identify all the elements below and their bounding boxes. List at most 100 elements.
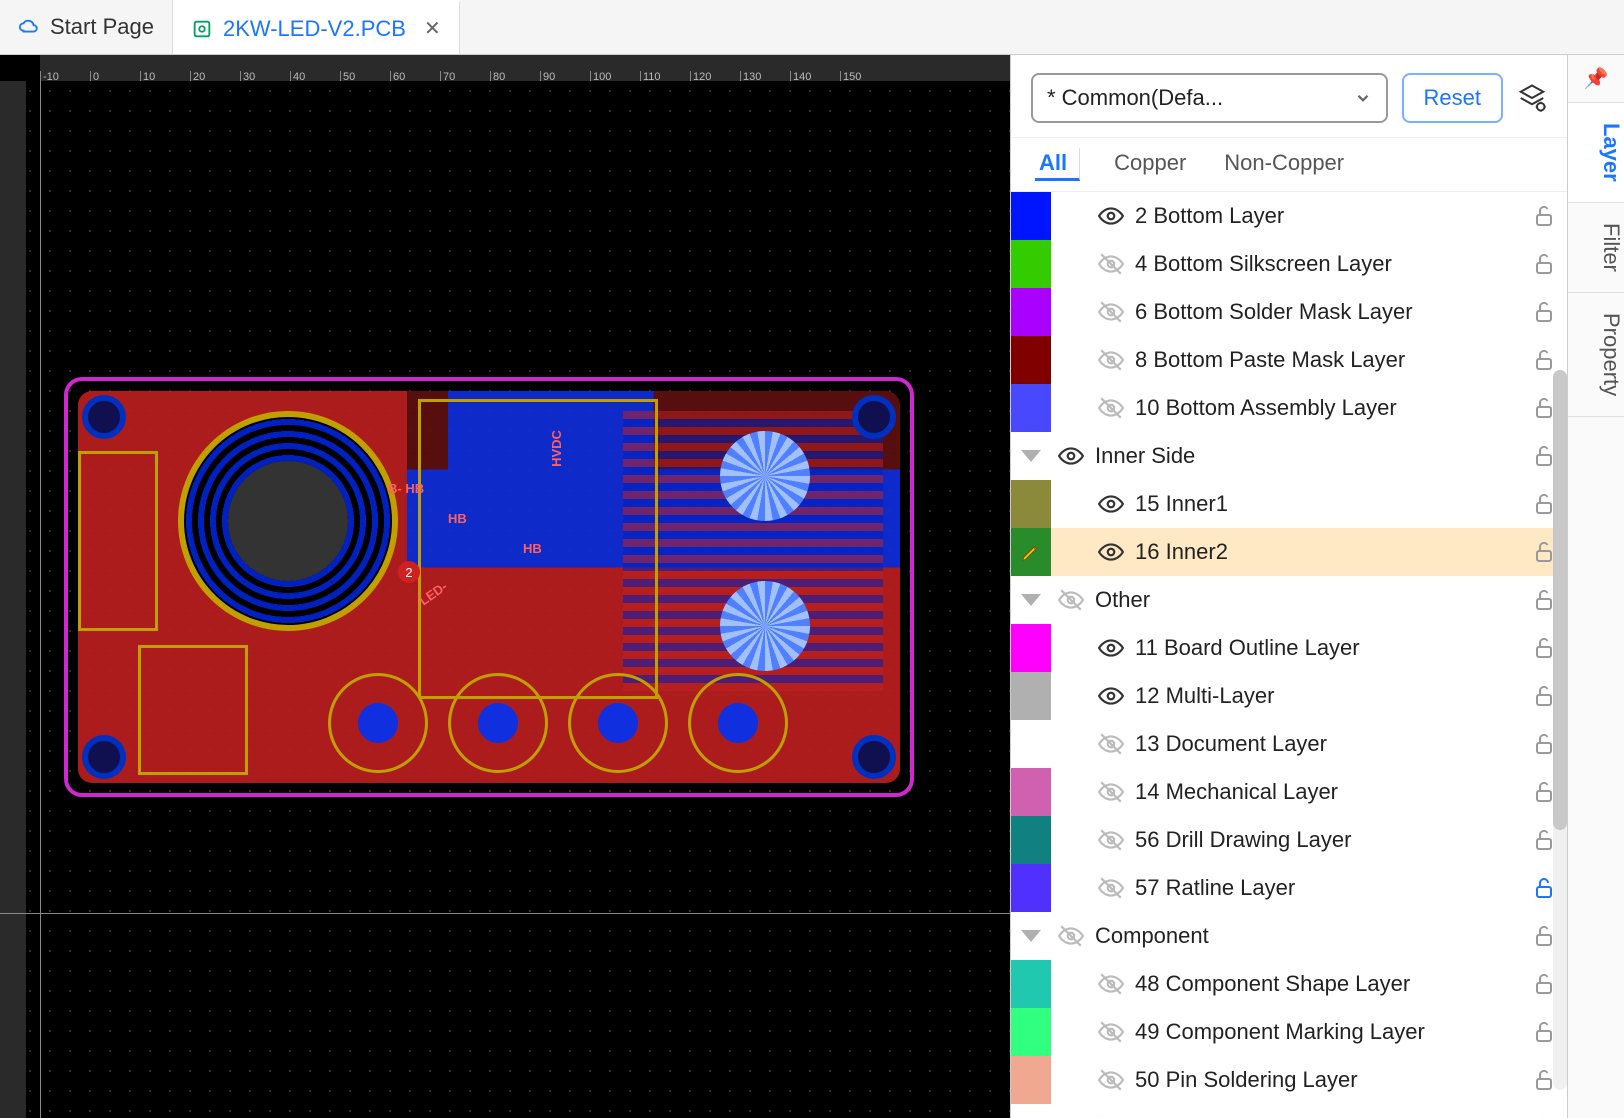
layer-settings-icon[interactable] — [1517, 83, 1547, 113]
layer-row[interactable]: 15 Inner1 — [1011, 480, 1567, 528]
main-area: -100102030405060708090100110120130140150 — [0, 55, 1624, 1118]
side-tab-layer[interactable]: Layer — [1568, 103, 1624, 203]
chevron-down-icon — [1354, 89, 1372, 107]
eye-hidden-icon[interactable] — [1091, 875, 1131, 901]
eye-hidden-icon[interactable] — [1091, 971, 1131, 997]
filter-tab-noncopper[interactable]: Non-Copper — [1220, 148, 1348, 181]
tab-start-page[interactable]: Start Page — [0, 0, 173, 54]
layer-row[interactable]: 50 Pin Soldering Layer — [1011, 1056, 1567, 1104]
eye-hidden-icon[interactable] — [1091, 299, 1131, 325]
capacitor — [328, 673, 428, 773]
layer-row[interactable]: 6 Bottom Solder Mask Layer — [1011, 288, 1567, 336]
eye-visible-icon[interactable] — [1091, 203, 1131, 229]
edit-pencil-icon[interactable] — [1011, 528, 1051, 576]
color-swatch[interactable] — [1011, 1008, 1051, 1056]
color-swatch[interactable] — [1011, 240, 1051, 288]
layer-row[interactable]: 13 Document Layer — [1011, 720, 1567, 768]
layer-name: 48 Component Shape Layer — [1131, 971, 1521, 997]
scrollbar-thumb[interactable] — [1553, 370, 1567, 830]
color-swatch[interactable] — [1011, 288, 1051, 336]
eye-visible-icon[interactable] — [1051, 443, 1091, 469]
filter-tab-copper[interactable]: Copper — [1110, 148, 1190, 181]
pin-icon[interactable]: 📌 — [1568, 55, 1624, 103]
lock-open-icon[interactable] — [1521, 204, 1567, 228]
eye-visible-icon[interactable] — [1091, 539, 1131, 565]
layer-name: 2 Bottom Layer — [1131, 203, 1521, 229]
color-swatch[interactable] — [1011, 624, 1051, 672]
layer-panel: * Common(Defa... Reset All Copper Non-Co… — [1010, 55, 1567, 1118]
layer-row[interactable]: 57 Ratline Layer — [1011, 864, 1567, 912]
color-swatch[interactable] — [1011, 1056, 1051, 1104]
eye-visible-icon[interactable] — [1091, 683, 1131, 709]
side-tab-property[interactable]: Property — [1568, 293, 1624, 417]
layer-name: 11 Board Outline Layer — [1131, 635, 1521, 661]
lock-open-icon[interactable] — [1521, 252, 1567, 276]
tab-file[interactable]: 2KW-LED-V2.PCB ✕ — [173, 0, 460, 54]
color-swatch[interactable] — [1011, 384, 1051, 432]
layer-group-row[interactable]: Other — [1011, 576, 1567, 624]
layer-row[interactable]: 12 Multi-Layer — [1011, 672, 1567, 720]
layer-row[interactable]: 14 Mechanical Layer — [1011, 768, 1567, 816]
layer-row[interactable]: 56 Drill Drawing Layer — [1011, 816, 1567, 864]
error-marker[interactable]: 2 — [398, 561, 420, 583]
layer-name: Inner Side — [1091, 443, 1521, 469]
layer-preset-dropdown[interactable]: * Common(Defa... — [1031, 73, 1388, 123]
layer-list[interactable]: 2 Bottom Layer 4 Bottom Silkscreen Layer6… — [1011, 192, 1567, 1118]
eye-hidden-icon[interactable] — [1091, 1019, 1131, 1045]
eye-hidden-icon[interactable] — [1091, 779, 1131, 805]
layer-name: 8 Bottom Paste Mask Layer — [1131, 347, 1521, 373]
layer-group-row[interactable]: Component — [1011, 912, 1567, 960]
pcb-canvas[interactable]: -100102030405060708090100110120130140150 — [0, 55, 1010, 1118]
eye-visible-icon[interactable] — [1091, 635, 1131, 661]
filter-tab-all[interactable]: All — [1035, 148, 1080, 181]
layer-row[interactable]: 11 Board Outline Layer — [1011, 624, 1567, 672]
ruler-tick: 40 — [290, 71, 340, 81]
layer-name: 57 Ratline Layer — [1131, 875, 1521, 901]
reset-button[interactable]: Reset — [1402, 73, 1503, 123]
ruler-vertical — [0, 81, 26, 1118]
layer-row[interactable]: 8 Bottom Paste Mask Layer — [1011, 336, 1567, 384]
layer-group-row[interactable]: Inner Side — [1011, 432, 1567, 480]
layer-row[interactable]: 51 Pin Floating Layer — [1011, 1104, 1567, 1118]
eye-hidden-icon[interactable] — [1091, 251, 1131, 277]
layer-row[interactable]: 2 Bottom Layer — [1011, 192, 1567, 240]
color-swatch[interactable] — [1011, 864, 1051, 912]
color-swatch[interactable] — [1011, 768, 1051, 816]
eye-hidden-icon[interactable] — [1051, 923, 1091, 949]
expand-triangle-icon[interactable] — [1011, 594, 1051, 606]
cloud-icon — [18, 16, 40, 38]
lock-open-icon[interactable] — [1521, 348, 1567, 372]
expand-triangle-icon[interactable] — [1011, 450, 1051, 462]
color-swatch[interactable] — [1011, 480, 1051, 528]
layer-row[interactable]: 48 Component Shape Layer — [1011, 960, 1567, 1008]
color-swatch[interactable] — [1011, 672, 1051, 720]
color-swatch[interactable] — [1011, 192, 1051, 240]
eye-hidden-icon[interactable] — [1091, 1067, 1131, 1093]
ruler-tick: 90 — [540, 71, 590, 81]
color-swatch[interactable] — [1011, 1104, 1051, 1118]
ruler-tick: 10 — [140, 71, 190, 81]
lock-open-icon[interactable] — [1521, 300, 1567, 324]
ruler-tick: 150 — [840, 71, 890, 81]
color-swatch[interactable] — [1011, 720, 1051, 768]
close-icon[interactable]: ✕ — [424, 16, 441, 41]
layer-row[interactable]: 16 Inner2 — [1011, 528, 1567, 576]
expand-triangle-icon[interactable] — [1011, 930, 1051, 942]
layer-row[interactable]: 49 Component Marking Layer — [1011, 1008, 1567, 1056]
scrollbar[interactable] — [1553, 370, 1567, 1090]
ruler-tick: 140 — [790, 71, 840, 81]
side-tab-filter[interactable]: Filter — [1568, 203, 1624, 293]
color-swatch[interactable] — [1011, 816, 1051, 864]
color-swatch[interactable] — [1011, 336, 1051, 384]
eye-hidden-icon[interactable] — [1051, 587, 1091, 613]
layer-row[interactable]: 10 Bottom Assembly Layer — [1011, 384, 1567, 432]
color-swatch[interactable] — [1011, 960, 1051, 1008]
layer-row[interactable]: 4 Bottom Silkscreen Layer — [1011, 240, 1567, 288]
board-outline[interactable]: B- HB HB HB LED- HVDC 2 — [64, 377, 914, 797]
ruler-tick: 50 — [340, 71, 390, 81]
eye-hidden-icon[interactable] — [1091, 827, 1131, 853]
eye-visible-icon[interactable] — [1091, 491, 1131, 517]
eye-hidden-icon[interactable] — [1091, 395, 1131, 421]
eye-hidden-icon[interactable] — [1091, 347, 1131, 373]
eye-hidden-icon[interactable] — [1091, 731, 1131, 757]
